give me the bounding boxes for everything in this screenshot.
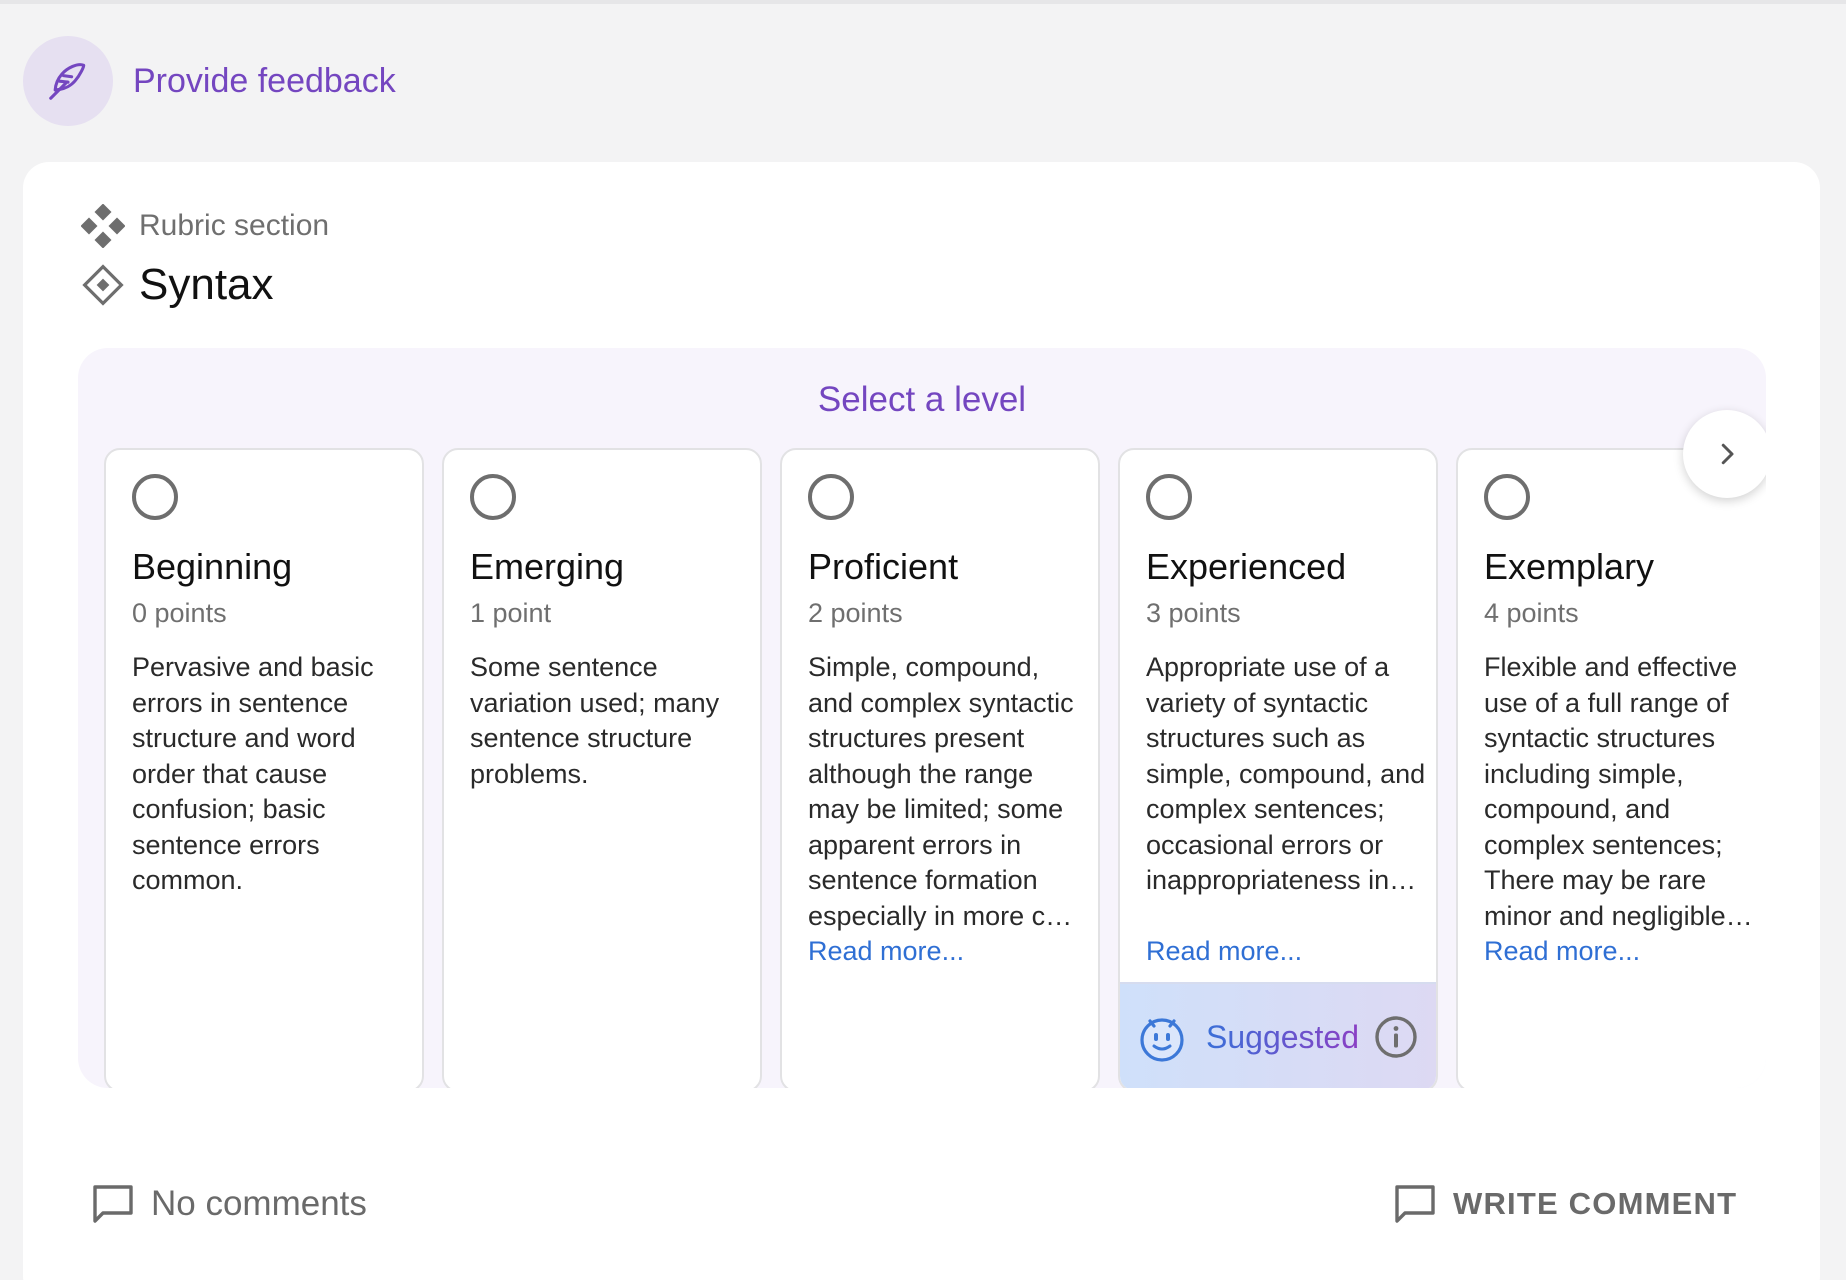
levels-track: Beginning 0 points Pervasive and basic e… [104, 448, 1766, 1088]
window-top-edge [0, 0, 1846, 4]
chevron-right-icon [1721, 443, 1734, 465]
level-card-experienced[interactable]: Experienced 3 points Appropriate use of … [1118, 448, 1438, 1088]
level-name: Proficient [808, 546, 959, 587]
comment-icon [93, 1185, 133, 1223]
level-radio[interactable] [132, 474, 178, 520]
level-points: 0 points [132, 598, 227, 628]
level-points: 1 point [470, 598, 552, 628]
level-name: Beginning [132, 546, 293, 587]
suggested-banner: Suggested [1120, 982, 1436, 1088]
read-more-link[interactable]: Read more... [1146, 936, 1302, 967]
level-name: Exemplary [1484, 546, 1655, 587]
level-points: 3 points [1146, 598, 1241, 628]
level-description: Pervasive and basic errors in sentence s… [132, 652, 374, 895]
level-points: 4 points [1484, 598, 1579, 628]
level-card-beginning[interactable]: Beginning 0 points Pervasive and basic e… [104, 448, 424, 1088]
level-name: Experienced [1146, 546, 1347, 587]
feather-pen-icon [49, 63, 86, 100]
read-more-link[interactable]: Read more... [1484, 936, 1640, 967]
suggested-label: Suggested [1206, 1018, 1360, 1055]
level-description: Some sentence variation used; many sente… [470, 652, 720, 789]
level-description: Appropriate use of a variety of syntacti… [1146, 652, 1426, 895]
level-radio[interactable] [1146, 474, 1192, 520]
level-radio[interactable] [1484, 474, 1530, 520]
provide-feedback-label[interactable]: Provide feedback [133, 62, 396, 101]
criterion-title: Syntax [81, 260, 274, 310]
rubric-diamonds-icon [81, 204, 125, 248]
comment-icon [1395, 1185, 1435, 1223]
level-radio[interactable] [470, 474, 516, 520]
provide-feedback-button[interactable]: Provide feedback [23, 36, 396, 126]
criterion-diamond-icon [82, 264, 124, 306]
select-level-title: Select a level [817, 380, 1027, 419]
level-card-exemplary[interactable]: Exemplary 4 points Flexible and effectiv… [1456, 448, 1766, 1088]
rubric-card: Rubric section Syntax Select a level Beg… [23, 162, 1820, 1280]
level-selector-panel: Select a level Beginning 0 points Pervas… [78, 348, 1766, 1088]
read-more-link[interactable]: Read more... [808, 936, 964, 967]
level-description: Flexible and effective use of a full ran… [1484, 652, 1753, 931]
criterion-title-label: Syntax [139, 260, 274, 309]
write-comment-label[interactable]: WRITE COMMENT [1453, 1186, 1737, 1222]
write-comment-button[interactable]: WRITE COMMENT [1391, 1180, 1737, 1228]
feedback-icon-badge [23, 36, 113, 126]
level-card-proficient[interactable]: Proficient 2 points Simple, compound, an… [780, 448, 1100, 1088]
comments-status: No comments [89, 1180, 367, 1228]
rubric-section-kicker: Rubric section [81, 204, 329, 248]
rubric-section-label: Rubric section [139, 209, 330, 242]
level-radio[interactable] [808, 474, 854, 520]
level-points: 2 points [808, 598, 903, 628]
level-name: Emerging [470, 546, 625, 587]
level-card-emerging[interactable]: Emerging 1 point Some sentence variation… [442, 448, 762, 1088]
info-icon[interactable] [1373, 1014, 1419, 1060]
ai-bot-icon [1140, 1018, 1184, 1062]
level-description: Simple, compound, and complex syntactic … [808, 652, 1074, 931]
comments-status-label: No comments [151, 1184, 367, 1223]
next-levels-button[interactable] [1683, 410, 1766, 498]
